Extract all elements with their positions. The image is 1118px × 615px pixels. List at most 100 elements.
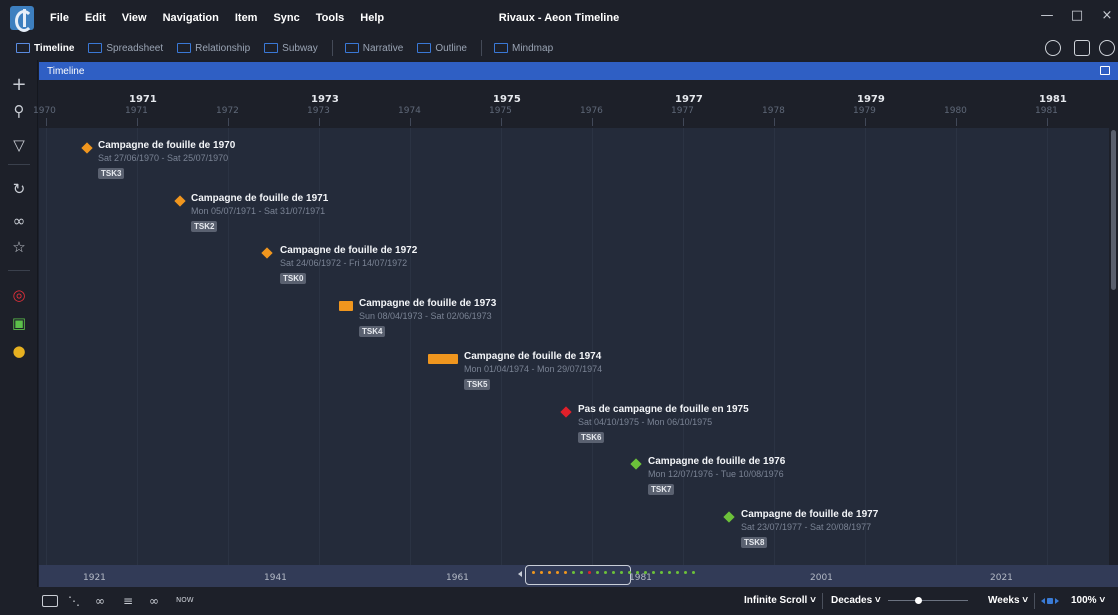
event-diamond-marker[interactable] bbox=[81, 142, 93, 154]
sync-icon[interactable]: ↻ bbox=[0, 178, 38, 200]
event-dates: Mon 05/07/1971 - Sat 31/07/1971 bbox=[191, 206, 326, 216]
scrollbar-thumb[interactable] bbox=[1111, 130, 1116, 290]
tab-outline[interactable]: Outline bbox=[417, 43, 467, 54]
event-diamond-marker[interactable] bbox=[174, 195, 186, 207]
maximize-icon[interactable]: □ bbox=[1066, 8, 1088, 23]
event-tag[interactable]: TSK8 bbox=[741, 537, 768, 548]
tab-spreadsheet-label: Spreadsheet bbox=[106, 42, 164, 54]
overview-event-dot bbox=[532, 571, 535, 574]
overview-strip[interactable]: 1921 1941 1961 1981 2001 2021 bbox=[39, 565, 1118, 587]
relationships-icon[interactable]: ∞ bbox=[0, 210, 38, 232]
tab-timeline-label: Timeline bbox=[34, 42, 75, 54]
menu-navigation[interactable]: Navigation bbox=[155, 12, 227, 24]
overview-left-arrow-icon[interactable] bbox=[518, 571, 522, 577]
links-icon[interactable]: ∞ bbox=[146, 594, 162, 608]
tab-timeline[interactable]: Timeline bbox=[16, 43, 74, 54]
timeline-canvas[interactable]: Campagne de fouille de 1970 Sat 27/06/197… bbox=[39, 128, 1109, 565]
event-tag[interactable]: TSK7 bbox=[648, 484, 675, 495]
event-duration-bar[interactable] bbox=[339, 301, 353, 311]
event-title: Campagne de fouille de 1977 bbox=[741, 509, 879, 520]
event-tag[interactable]: TSK0 bbox=[280, 273, 307, 284]
event-duration-bar[interactable] bbox=[428, 354, 458, 364]
tab-mindmap[interactable]: Mindmap bbox=[494, 43, 553, 54]
tab-spreadsheet[interactable]: Spreadsheet bbox=[88, 43, 163, 54]
ruler-tick bbox=[683, 118, 684, 126]
view-tab-bar: Timeline Spreadsheet Relationship Subway… bbox=[0, 36, 1118, 60]
folder-icon[interactable]: ▣ bbox=[0, 312, 38, 334]
scale-dropdown[interactable]: Decades ˅ bbox=[831, 595, 881, 606]
event-tag[interactable]: TSK4 bbox=[359, 326, 386, 337]
event-diamond-marker[interactable] bbox=[630, 458, 642, 470]
menu-edit[interactable]: Edit bbox=[77, 12, 114, 24]
grid-line bbox=[683, 128, 684, 565]
filter-icon[interactable]: ▽ bbox=[0, 134, 38, 156]
event-tag[interactable]: TSK5 bbox=[464, 379, 491, 390]
ruler-minor-year: 1972 bbox=[216, 106, 239, 116]
event-tag[interactable]: TSK2 bbox=[191, 221, 218, 232]
zoom-dropdown[interactable]: 100% ˅ bbox=[1071, 595, 1105, 606]
menu-sync[interactable]: Sync bbox=[265, 12, 307, 24]
ruler-minor-year: 1979 bbox=[853, 106, 876, 116]
event-tag[interactable]: TSK3 bbox=[98, 168, 125, 179]
tab-narrative[interactable]: Narrative bbox=[344, 43, 403, 54]
ruler-minor-year: 1980 bbox=[944, 106, 967, 116]
bottom-divider bbox=[822, 593, 823, 609]
relationship-icon bbox=[177, 43, 192, 53]
event-title: Campagne de fouille de 1970 bbox=[98, 140, 236, 151]
overview-event-dot bbox=[540, 571, 543, 574]
dependencies-icon[interactable]: ⋱ bbox=[66, 594, 82, 608]
close-icon[interactable]: × bbox=[1096, 8, 1118, 23]
grid-line bbox=[956, 128, 957, 565]
date-ruler[interactable]: 1970 1971 1972 1973 1974 1975 1976 1977 1978 1979… bbox=[33, 80, 1118, 128]
ruler-minor-year: 1974 bbox=[398, 106, 421, 116]
zoom-slider-handle[interactable] bbox=[915, 597, 922, 604]
tab-subway-label: Subway bbox=[282, 42, 318, 54]
event-diamond-marker[interactable] bbox=[560, 406, 572, 418]
mindmap-icon bbox=[494, 43, 508, 53]
group-icon[interactable]: ∞ bbox=[92, 594, 108, 608]
people-icon[interactable]: ● bbox=[0, 340, 38, 362]
tab-subway[interactable]: Subway bbox=[264, 43, 318, 54]
zoom-slider[interactable] bbox=[888, 600, 968, 601]
menu-help[interactable]: Help bbox=[352, 12, 392, 24]
spreadsheet-icon bbox=[88, 43, 103, 53]
target-icon[interactable]: ◎ bbox=[0, 284, 38, 306]
layers-icon[interactable]: ≡ bbox=[120, 594, 136, 608]
ruler-tick bbox=[592, 118, 593, 126]
minimize-icon[interactable]: — bbox=[1036, 8, 1058, 23]
settings-icon[interactable] bbox=[1045, 40, 1061, 56]
event-diamond-marker[interactable] bbox=[261, 247, 273, 259]
overview-event-dot bbox=[604, 571, 607, 574]
rail-divider bbox=[8, 164, 30, 165]
grid-line bbox=[865, 128, 866, 565]
event-title: Campagne de fouille de 1972 bbox=[280, 245, 418, 256]
collapse-panel-icon[interactable] bbox=[1100, 66, 1110, 75]
event-title: Campagne de fouille de 1974 bbox=[464, 351, 602, 362]
vertical-scrollbar[interactable] bbox=[1109, 128, 1118, 565]
menu-file[interactable]: File bbox=[42, 12, 77, 24]
narrative-icon bbox=[344, 43, 359, 53]
overview-year-label: 1921 bbox=[83, 573, 106, 583]
add-icon[interactable]: + bbox=[0, 74, 38, 96]
help-icon[interactable] bbox=[1074, 40, 1090, 56]
ruler-tick bbox=[501, 118, 502, 126]
event-tag[interactable]: TSK6 bbox=[578, 432, 605, 443]
menu-item[interactable]: Item bbox=[227, 12, 266, 24]
tab-relationship-label: Relationship bbox=[195, 42, 251, 54]
menu-tools[interactable]: Tools bbox=[308, 12, 353, 24]
unit-dropdown[interactable]: Weeks ˅ bbox=[988, 595, 1028, 606]
card-view-icon[interactable] bbox=[42, 595, 58, 607]
now-button[interactable]: NOW bbox=[176, 596, 194, 604]
menu-view[interactable]: View bbox=[114, 12, 155, 24]
overview-event-dot bbox=[676, 571, 679, 574]
tab-relationship[interactable]: Relationship bbox=[177, 43, 250, 54]
timeline-panel-label: Timeline bbox=[47, 65, 85, 77]
pin-icon[interactable]: ☆ bbox=[0, 236, 38, 258]
overview-viewport[interactable] bbox=[525, 565, 631, 585]
ruler-minor-year: 1977 bbox=[671, 106, 694, 116]
overview-event-dot bbox=[572, 571, 575, 574]
scroll-mode-dropdown[interactable]: Infinite Scroll ˅ bbox=[744, 595, 816, 606]
view-toggle-icon[interactable] bbox=[1041, 596, 1059, 606]
event-diamond-marker[interactable] bbox=[723, 511, 735, 523]
info-icon[interactable] bbox=[1099, 40, 1115, 56]
